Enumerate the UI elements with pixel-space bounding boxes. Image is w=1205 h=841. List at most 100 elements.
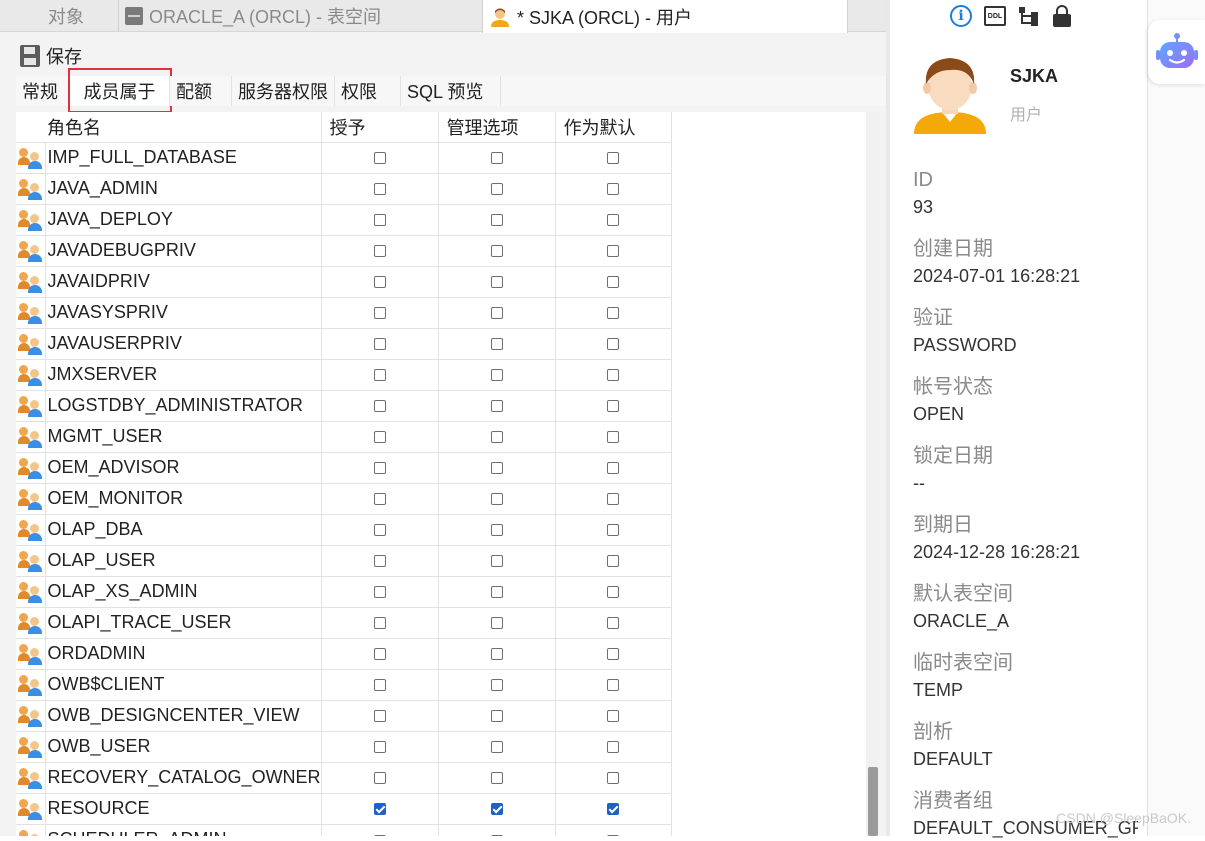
admin-checkbox[interactable]	[491, 679, 503, 691]
default-checkbox[interactable]	[607, 555, 619, 567]
default-checkbox[interactable]	[607, 679, 619, 691]
table-row[interactable]: JAVA_DEPLOY	[16, 204, 671, 235]
admin-checkbox[interactable]	[491, 462, 503, 474]
grant-checkbox[interactable]	[374, 772, 386, 784]
save-button[interactable]: 保存	[46, 43, 82, 69]
grant-checkbox[interactable]	[374, 586, 386, 598]
grant-checkbox[interactable]	[374, 617, 386, 629]
table-row[interactable]: IMP_FULL_DATABASE	[16, 142, 671, 173]
tab-tablespace[interactable]: ORACLE_A (ORCL) - 表空间	[118, 0, 482, 32]
admin-checkbox[interactable]	[491, 400, 503, 412]
table-row[interactable]: OLAP_XS_ADMIN	[16, 576, 671, 607]
admin-checkbox[interactable]	[491, 214, 503, 226]
admin-checkbox[interactable]	[491, 369, 503, 381]
grant-checkbox[interactable]	[374, 803, 386, 815]
default-checkbox[interactable]	[607, 648, 619, 660]
default-checkbox[interactable]	[607, 772, 619, 784]
grant-checkbox[interactable]	[374, 555, 386, 567]
table-row[interactable]: OWB_DESIGNCENTER_VIEW	[16, 700, 671, 731]
table-row[interactable]: JMXSERVER	[16, 359, 671, 390]
table-row[interactable]: OLAP_USER	[16, 545, 671, 576]
table-row[interactable]: JAVADEBUGPRIV	[16, 235, 671, 266]
tab-objects[interactable]: 对象	[48, 0, 84, 32]
grant-checkbox[interactable]	[374, 183, 386, 195]
table-row[interactable]: OEM_ADVISOR	[16, 452, 671, 483]
header-admin-option[interactable]: 管理选项	[438, 112, 555, 142]
default-checkbox[interactable]	[607, 338, 619, 350]
admin-checkbox[interactable]	[491, 710, 503, 722]
table-row[interactable]: RECOVERY_CATALOG_OWNER	[16, 762, 671, 793]
admin-checkbox[interactable]	[491, 431, 503, 443]
admin-checkbox[interactable]	[491, 307, 503, 319]
default-checkbox[interactable]	[607, 462, 619, 474]
default-checkbox[interactable]	[607, 617, 619, 629]
admin-checkbox[interactable]	[491, 338, 503, 350]
table-row[interactable]: OEM_MONITOR	[16, 483, 671, 514]
grant-checkbox[interactable]	[374, 493, 386, 505]
grant-checkbox[interactable]	[374, 524, 386, 536]
table-row[interactable]: SCHEDULER_ADMIN	[16, 824, 671, 836]
default-checkbox[interactable]	[607, 152, 619, 164]
subtab-sql-preview[interactable]: SQL 预览	[401, 76, 501, 106]
grant-checkbox[interactable]	[374, 152, 386, 164]
grant-checkbox[interactable]	[374, 338, 386, 350]
table-row[interactable]: RESOURCE	[16, 793, 671, 824]
table-row[interactable]: LOGSTDBY_ADMINISTRATOR	[16, 390, 671, 421]
ddl-icon[interactable]: DDL	[984, 6, 1006, 26]
dependency-tree-icon[interactable]	[1018, 6, 1040, 26]
grant-checkbox[interactable]	[374, 400, 386, 412]
info-icon[interactable]: i	[950, 5, 972, 27]
header-grant[interactable]: 授予	[321, 112, 438, 142]
table-row[interactable]: OWB_USER	[16, 731, 671, 762]
header-as-default[interactable]: 作为默认	[555, 112, 671, 142]
grant-checkbox[interactable]	[374, 462, 386, 474]
subtab-quota[interactable]: 配额	[170, 76, 232, 106]
table-row[interactable]: OLAP_DBA	[16, 514, 671, 545]
table-row[interactable]: JAVAIDPRIV	[16, 266, 671, 297]
default-checkbox[interactable]	[607, 493, 619, 505]
admin-checkbox[interactable]	[491, 772, 503, 784]
grant-checkbox[interactable]	[374, 741, 386, 753]
scrollbar-thumb[interactable]	[868, 767, 878, 836]
tab-user[interactable]: * SJKA (ORCL) - 用户	[482, 0, 848, 33]
default-checkbox[interactable]	[607, 586, 619, 598]
subtab-privileges[interactable]: 权限	[335, 76, 401, 106]
admin-checkbox[interactable]	[491, 245, 503, 257]
grant-checkbox[interactable]	[374, 710, 386, 722]
admin-checkbox[interactable]	[491, 803, 503, 815]
grant-checkbox[interactable]	[374, 369, 386, 381]
default-checkbox[interactable]	[607, 431, 619, 443]
default-checkbox[interactable]	[607, 400, 619, 412]
admin-checkbox[interactable]	[491, 276, 503, 288]
default-checkbox[interactable]	[607, 741, 619, 753]
default-checkbox[interactable]	[607, 369, 619, 381]
table-row[interactable]: JAVASYSPRIV	[16, 297, 671, 328]
admin-checkbox[interactable]	[491, 617, 503, 629]
header-role-name[interactable]: 角色名	[16, 112, 321, 142]
table-row[interactable]: OLAPI_TRACE_USER	[16, 607, 671, 638]
admin-checkbox[interactable]	[491, 183, 503, 195]
default-checkbox[interactable]	[607, 245, 619, 257]
subtab-server-privileges[interactable]: 服务器权限	[232, 76, 335, 106]
subtab-member-of[interactable]: 成员属于	[70, 76, 170, 106]
grant-checkbox[interactable]	[374, 679, 386, 691]
admin-checkbox[interactable]	[491, 586, 503, 598]
default-checkbox[interactable]	[607, 307, 619, 319]
assistant-button[interactable]	[1148, 20, 1205, 84]
grant-checkbox[interactable]	[374, 431, 386, 443]
grant-checkbox[interactable]	[374, 307, 386, 319]
grant-checkbox[interactable]	[374, 276, 386, 288]
subtab-general[interactable]: 常规	[16, 76, 70, 106]
default-checkbox[interactable]	[607, 183, 619, 195]
vertical-scrollbar[interactable]	[866, 112, 880, 836]
admin-checkbox[interactable]	[491, 555, 503, 567]
default-checkbox[interactable]	[607, 803, 619, 815]
grant-checkbox[interactable]	[374, 648, 386, 660]
table-row[interactable]: JAVA_ADMIN	[16, 173, 671, 204]
admin-checkbox[interactable]	[491, 493, 503, 505]
default-checkbox[interactable]	[607, 524, 619, 536]
admin-checkbox[interactable]	[491, 648, 503, 660]
admin-checkbox[interactable]	[491, 741, 503, 753]
default-checkbox[interactable]	[607, 214, 619, 226]
save-icon[interactable]	[20, 45, 40, 67]
